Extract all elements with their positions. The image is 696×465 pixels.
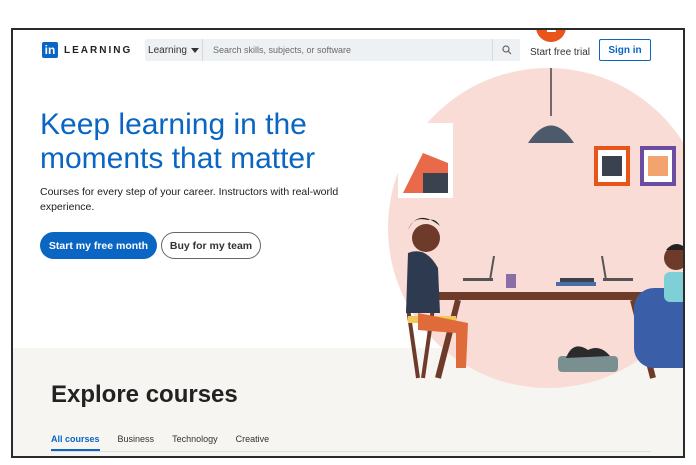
linkedin-learning-logo[interactable]: in LEARNING — [42, 42, 132, 58]
logo-text: LEARNING — [64, 44, 133, 56]
books-stack — [556, 282, 596, 286]
course-tabs: All courses Business Technology Creative — [51, 434, 269, 451]
top-nav: in LEARNING Learning Start free trial Si… — [13, 30, 683, 70]
start-free-month-button[interactable]: Start my free month — [40, 232, 157, 259]
search-category-label: Learning — [148, 44, 187, 56]
start-free-trial-link[interactable]: Start free trial — [530, 47, 590, 58]
mug-icon — [506, 274, 516, 288]
hero-subtitle: Courses for every step of your career. I… — [40, 186, 339, 213]
search-button[interactable] — [492, 39, 520, 61]
person-right-body — [664, 272, 683, 302]
search-icon — [501, 45, 511, 55]
hero-illustration — [388, 68, 683, 388]
hero-title: Keep learning in the moments that matter — [40, 108, 316, 175]
tabs-divider — [51, 451, 651, 452]
sign-in-button[interactable]: Sign in — [599, 39, 651, 61]
browser-viewport: in LEARNING Learning Start free trial Si… — [11, 28, 685, 458]
explore-courses-heading: Explore courses — [51, 381, 238, 408]
buy-for-team-button[interactable]: Buy for my team — [161, 232, 261, 259]
tab-all-courses[interactable]: All courses — [51, 434, 100, 451]
dog-bed — [558, 356, 618, 372]
tab-technology[interactable]: Technology — [172, 434, 218, 451]
tab-creative[interactable]: Creative — [236, 434, 270, 451]
tab-business[interactable]: Business — [118, 434, 155, 451]
laptop-right — [603, 278, 633, 281]
person-left-head — [412, 224, 440, 252]
search-input[interactable] — [203, 39, 492, 61]
caret-down-icon — [190, 47, 199, 53]
search-bar: Learning — [145, 39, 520, 61]
laptop-left — [463, 278, 493, 281]
table-top — [433, 292, 653, 300]
search-category-dropdown[interactable]: Learning — [145, 39, 203, 61]
linkedin-logo-icon: in — [42, 42, 58, 58]
